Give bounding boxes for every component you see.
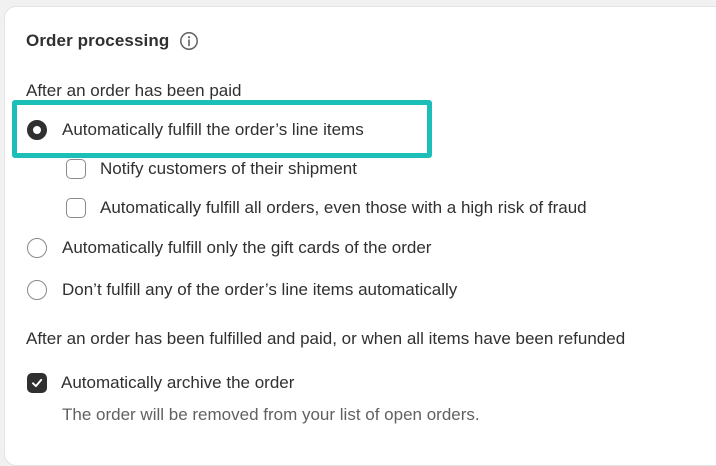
archive-help-text: The order will be removed from your list… [62, 405, 480, 424]
checkbox-archive-order[interactable]: Automatically archive the order [27, 370, 294, 396]
fulfilled-section-label: After an order has been fulfilled and pa… [26, 329, 626, 348]
radio-option-label: Don’t fulfill any of the order’s line it… [62, 280, 458, 299]
highlight-box [12, 100, 432, 158]
radio-button[interactable] [27, 238, 47, 258]
checkbox-checked[interactable] [27, 373, 47, 393]
checkbox[interactable] [66, 198, 86, 218]
radio-option-label: Automatically fulfill only the gift card… [62, 238, 432, 257]
checkbox-notify-customers[interactable]: Notify customers of their shipment [66, 156, 357, 182]
card-header: Order processing [26, 31, 199, 51]
radio-option-gift-cards[interactable]: Automatically fulfill only the gift card… [27, 235, 431, 261]
info-icon[interactable] [179, 31, 199, 51]
checkbox-fulfill-high-risk[interactable]: Automatically fulfill all orders, even t… [66, 195, 587, 221]
checkbox[interactable] [66, 159, 86, 179]
radio-option-dont-fulfill[interactable]: Don’t fulfill any of the order’s line it… [27, 277, 457, 303]
page-title: Order processing [26, 31, 170, 50]
checkbox-label: Automatically archive the order [61, 373, 295, 392]
checkmark-icon [32, 378, 43, 388]
radio-button[interactable] [27, 280, 47, 300]
checkbox-label: Automatically fulfill all orders, even t… [100, 198, 587, 217]
checkbox-label: Notify customers of their shipment [100, 159, 357, 178]
paid-section-label: After an order has been paid [26, 81, 242, 100]
